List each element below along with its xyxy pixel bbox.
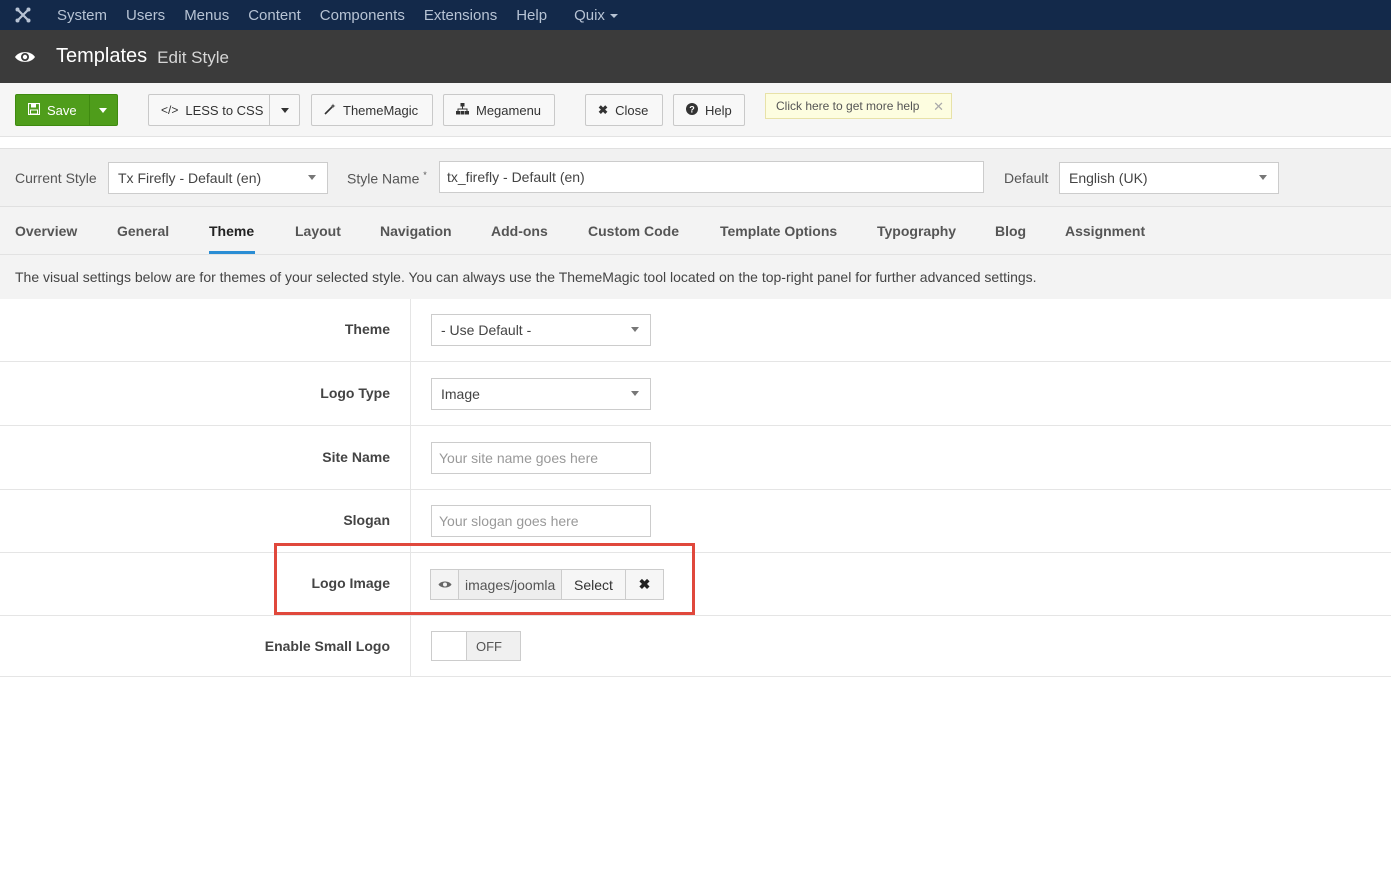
chevron-down-icon xyxy=(609,13,618,18)
help-tooltip-text: Click here to get more help xyxy=(776,99,920,113)
site-name-input[interactable]: Your site name goes here xyxy=(431,442,651,474)
save-button-group: Save xyxy=(15,94,118,126)
site-name-label: Site Name xyxy=(322,449,390,465)
logo-type-select[interactable]: Image xyxy=(431,378,651,410)
info-text: The visual settings below are for themes… xyxy=(0,255,1391,299)
chevron-down-icon xyxy=(631,327,639,332)
tab-theme[interactable]: Theme xyxy=(209,223,254,239)
less-dropdown-toggle[interactable] xyxy=(269,95,299,125)
toggle-state: OFF xyxy=(467,632,520,660)
default-language-select[interactable]: English (UK) xyxy=(1059,162,1279,194)
theme-value: - Use Default - xyxy=(441,322,532,338)
menu-content[interactable]: Content xyxy=(248,7,301,24)
page-title: Templates xyxy=(56,45,148,67)
logo-type-value: Image xyxy=(441,386,480,402)
required-marker: * xyxy=(423,170,427,180)
style-name-label-text: Style Name xyxy=(347,170,420,187)
menu-system[interactable]: System xyxy=(57,7,107,24)
help-tooltip[interactable]: Click here to get more help ✕ xyxy=(765,93,952,119)
tab-template-options[interactable]: Template Options xyxy=(720,223,837,239)
top-navbar: System Users Menus Content Components Ex… xyxy=(0,0,1391,30)
save-dropdown-toggle[interactable] xyxy=(88,95,117,125)
save-button[interactable]: Save xyxy=(16,95,89,125)
small-logo-toggle[interactable]: OFF xyxy=(431,631,521,661)
default-label: Default xyxy=(1004,170,1049,186)
tab-general[interactable]: General xyxy=(117,223,169,239)
caret-down-icon xyxy=(280,107,289,113)
megamenu-label: Megamenu xyxy=(476,102,542,118)
active-tab-indicator xyxy=(209,251,255,254)
menu-help[interactable]: Help xyxy=(516,7,547,24)
help-label: Help xyxy=(705,102,732,118)
save-label: Save xyxy=(47,102,77,118)
joomla-logo-icon[interactable] xyxy=(0,0,46,30)
help-button[interactable]: ? Help xyxy=(673,94,745,126)
annotation-highlight-box xyxy=(274,543,695,615)
code-icon: </> xyxy=(161,103,179,117)
menu-quix-label: Quix xyxy=(574,6,605,24)
current-style-select[interactable]: Tx Firefly - Default (en) xyxy=(108,162,328,194)
sitemap-icon xyxy=(456,102,469,118)
toolbar: Save </> LESS to CSS ThemeMagic Megamenu… xyxy=(0,83,1391,137)
menu-extensions[interactable]: Extensions xyxy=(424,7,497,24)
caret-down-icon xyxy=(99,107,108,113)
form-row-logo-type: Logo Type Image xyxy=(0,362,1391,426)
tab-add-ons[interactable]: Add-ons xyxy=(491,223,548,239)
form-row-theme: Theme - Use Default - xyxy=(0,299,1391,362)
small-logo-label: Enable Small Logo xyxy=(264,638,390,654)
form-row-small-logo: Enable Small Logo xyxy=(0,616,1391,677)
page-subtitle: Edit Style xyxy=(157,48,229,67)
current-style-label: Current Style xyxy=(15,170,97,186)
close-button[interactable]: ✖ Close xyxy=(585,94,663,126)
close-label: Close xyxy=(615,102,649,118)
tab-layout[interactable]: Layout xyxy=(295,223,341,239)
thememagic-button[interactable]: ThemeMagic xyxy=(311,94,433,126)
tab-overview[interactable]: Overview xyxy=(15,223,77,239)
default-language-value: English (UK) xyxy=(1069,170,1148,186)
eye-icon xyxy=(0,50,50,64)
chevron-down-icon xyxy=(1259,175,1267,180)
magic-wand-icon xyxy=(324,103,336,118)
toggle-knob xyxy=(432,632,467,660)
tab-blog[interactable]: Blog xyxy=(995,223,1026,239)
slogan-input[interactable]: Your slogan goes here xyxy=(431,505,651,537)
slogan-label: Slogan xyxy=(343,512,390,528)
megamenu-button[interactable]: Megamenu xyxy=(443,94,555,126)
menu-quix[interactable]: Quix xyxy=(574,7,618,24)
menu-users[interactable]: Users xyxy=(126,7,165,24)
tab-assignment[interactable]: Assignment xyxy=(1065,223,1145,239)
slogan-placeholder: Your slogan goes here xyxy=(439,513,579,529)
form-row-slogan: Slogan Your slogan goes here xyxy=(0,490,1391,553)
tab-navigation[interactable]: Navigation xyxy=(380,223,452,239)
less-to-css-button-group: </> LESS to CSS xyxy=(148,94,300,126)
logo-type-label: Logo Type xyxy=(320,385,390,401)
style-bar: Current Style Tx Firefly - Default (en) … xyxy=(0,148,1391,207)
less-to-css-label: LESS to CSS xyxy=(185,102,264,118)
style-name-input[interactable]: tx_firefly - Default (en) xyxy=(439,161,984,193)
tab-custom-code[interactable]: Custom Code xyxy=(588,223,679,239)
chevron-down-icon xyxy=(631,391,639,396)
less-to-css-button[interactable]: </> LESS to CSS xyxy=(149,95,269,125)
current-style-value: Tx Firefly - Default (en) xyxy=(118,170,262,186)
form-row-site-name: Site Name Your site name goes here xyxy=(0,426,1391,490)
theme-label: Theme xyxy=(344,321,390,337)
thememagic-label: ThemeMagic xyxy=(343,102,419,118)
menu-menus[interactable]: Menus xyxy=(184,7,229,24)
tab-bar: Overview General Theme Layout Navigation… xyxy=(0,207,1391,255)
style-name-label: Style Name * xyxy=(347,170,427,187)
theme-select[interactable]: - Use Default - xyxy=(431,314,651,346)
close-icon[interactable]: ✕ xyxy=(933,99,944,115)
form-row-logo-image: Logo Image xyxy=(0,553,1391,616)
page-header: Templates Edit Style xyxy=(0,30,1391,83)
question-circle-icon: ? xyxy=(686,102,698,118)
site-name-placeholder: Your site name goes here xyxy=(439,450,599,466)
close-icon: ✖ xyxy=(598,103,609,117)
tab-typography[interactable]: Typography xyxy=(877,223,956,239)
svg-text:?: ? xyxy=(689,104,695,114)
floppy-disk-icon xyxy=(27,102,41,118)
chevron-down-icon xyxy=(308,175,316,180)
menu-components[interactable]: Components xyxy=(320,7,405,24)
style-name-value: tx_firefly - Default (en) xyxy=(447,169,585,185)
